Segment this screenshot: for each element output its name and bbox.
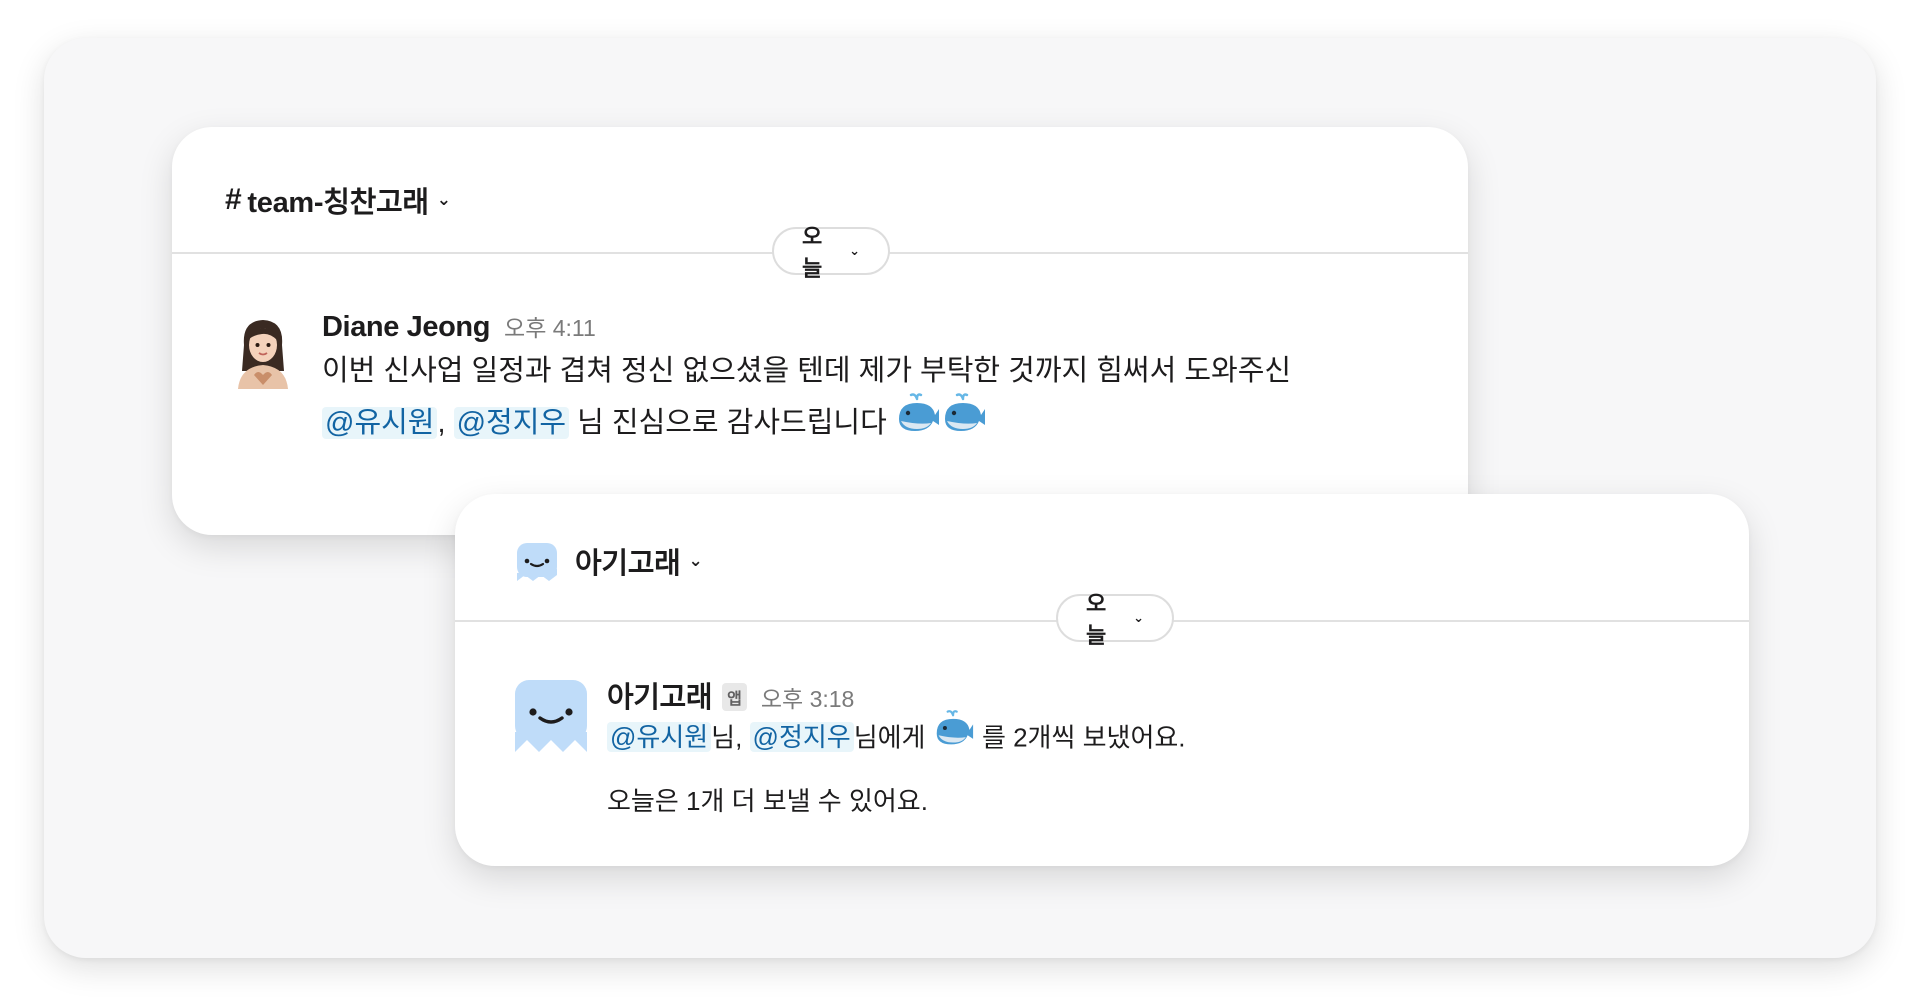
channel-name-button[interactable]: # team-칭찬고래 ⌄	[225, 179, 451, 221]
message: 아기고래 앱 오후 3:18 @유시원 님, @정지우 님에게 를 2개씩 보냈어요…	[607, 674, 1689, 825]
bot-avatar-icon	[517, 543, 557, 581]
app-badge: 앱	[722, 683, 747, 711]
channel-name: team-칭찬고래	[247, 187, 429, 219]
chevron-down-icon: ⌄	[688, 551, 703, 570]
message-text: 님,	[711, 722, 743, 753]
message-line-2: 오늘은 1개 더 보낼 수 있어요.	[607, 786, 928, 816]
date-jump-button[interactable]: 오늘 ⌄	[1056, 591, 1174, 648]
chevron-down-icon: ⌄	[849, 243, 860, 258]
message-line-2: @유시원, @정지우 님 진심으로 감사드립니다	[322, 393, 1408, 454]
date-jump-button[interactable]: 오늘 ⌄	[772, 224, 890, 281]
mention-user[interactable]: @정지우	[453, 407, 570, 440]
dm-name: 아기고래	[575, 548, 681, 580]
mention-user[interactable]: @정지우	[749, 722, 854, 753]
message-line-1: 이번 신사업 일정과 겹쳐 정신 없으셨을 텐데 제가 부탁한 것까지 힘써서 …	[322, 355, 1292, 387]
message-text: 님 진심으로 감사드립니다	[577, 407, 887, 440]
timestamp[interactable]: 오후 3:18	[761, 680, 854, 714]
timestamp[interactable]: 오후 4:11	[504, 309, 596, 343]
bot-dm-card: 아기고래 ⌄ 오늘 ⌄ 아기고래 앱 오후 3:18 @유시원 님, @정지우 님에…	[455, 494, 1749, 866]
message: Diane Jeong 오후 4:11 이번 신사업 일정과 겹쳐 정신 없으셨…	[322, 309, 1408, 454]
whale-icon	[941, 391, 987, 450]
sender-name[interactable]: 아기고래	[607, 674, 713, 716]
hash-icon: #	[225, 183, 242, 216]
dm-name-button[interactable]: 아기고래 ⌄	[515, 539, 703, 583]
mention-user[interactable]: @유시원	[322, 407, 438, 440]
whale-icon	[933, 708, 975, 763]
mention-user[interactable]: @유시원	[607, 722, 712, 753]
team-channel-card: # team-칭찬고래 ⌄ 오늘 ⌄ Diane Jeong 오후 4:11 이…	[172, 127, 1468, 535]
chevron-down-icon: ⌄	[436, 190, 451, 209]
chevron-down-icon: ⌄	[1133, 610, 1144, 625]
sender-name[interactable]: Diane Jeong	[322, 311, 490, 344]
message-line-1: @유시원 님, @정지우 님에게 를 2개씩 보냈어요.	[607, 710, 1689, 767]
bot-avatar[interactable]	[513, 678, 589, 754]
message-text: 를 2개씩 보냈어요.	[981, 722, 1186, 753]
message-text: 님에게	[853, 722, 926, 753]
user-avatar[interactable]	[234, 315, 292, 389]
comma: ,	[437, 407, 446, 440]
date-label: 오늘	[802, 224, 823, 281]
whale-icon	[895, 391, 941, 450]
date-label: 오늘	[1086, 591, 1107, 648]
